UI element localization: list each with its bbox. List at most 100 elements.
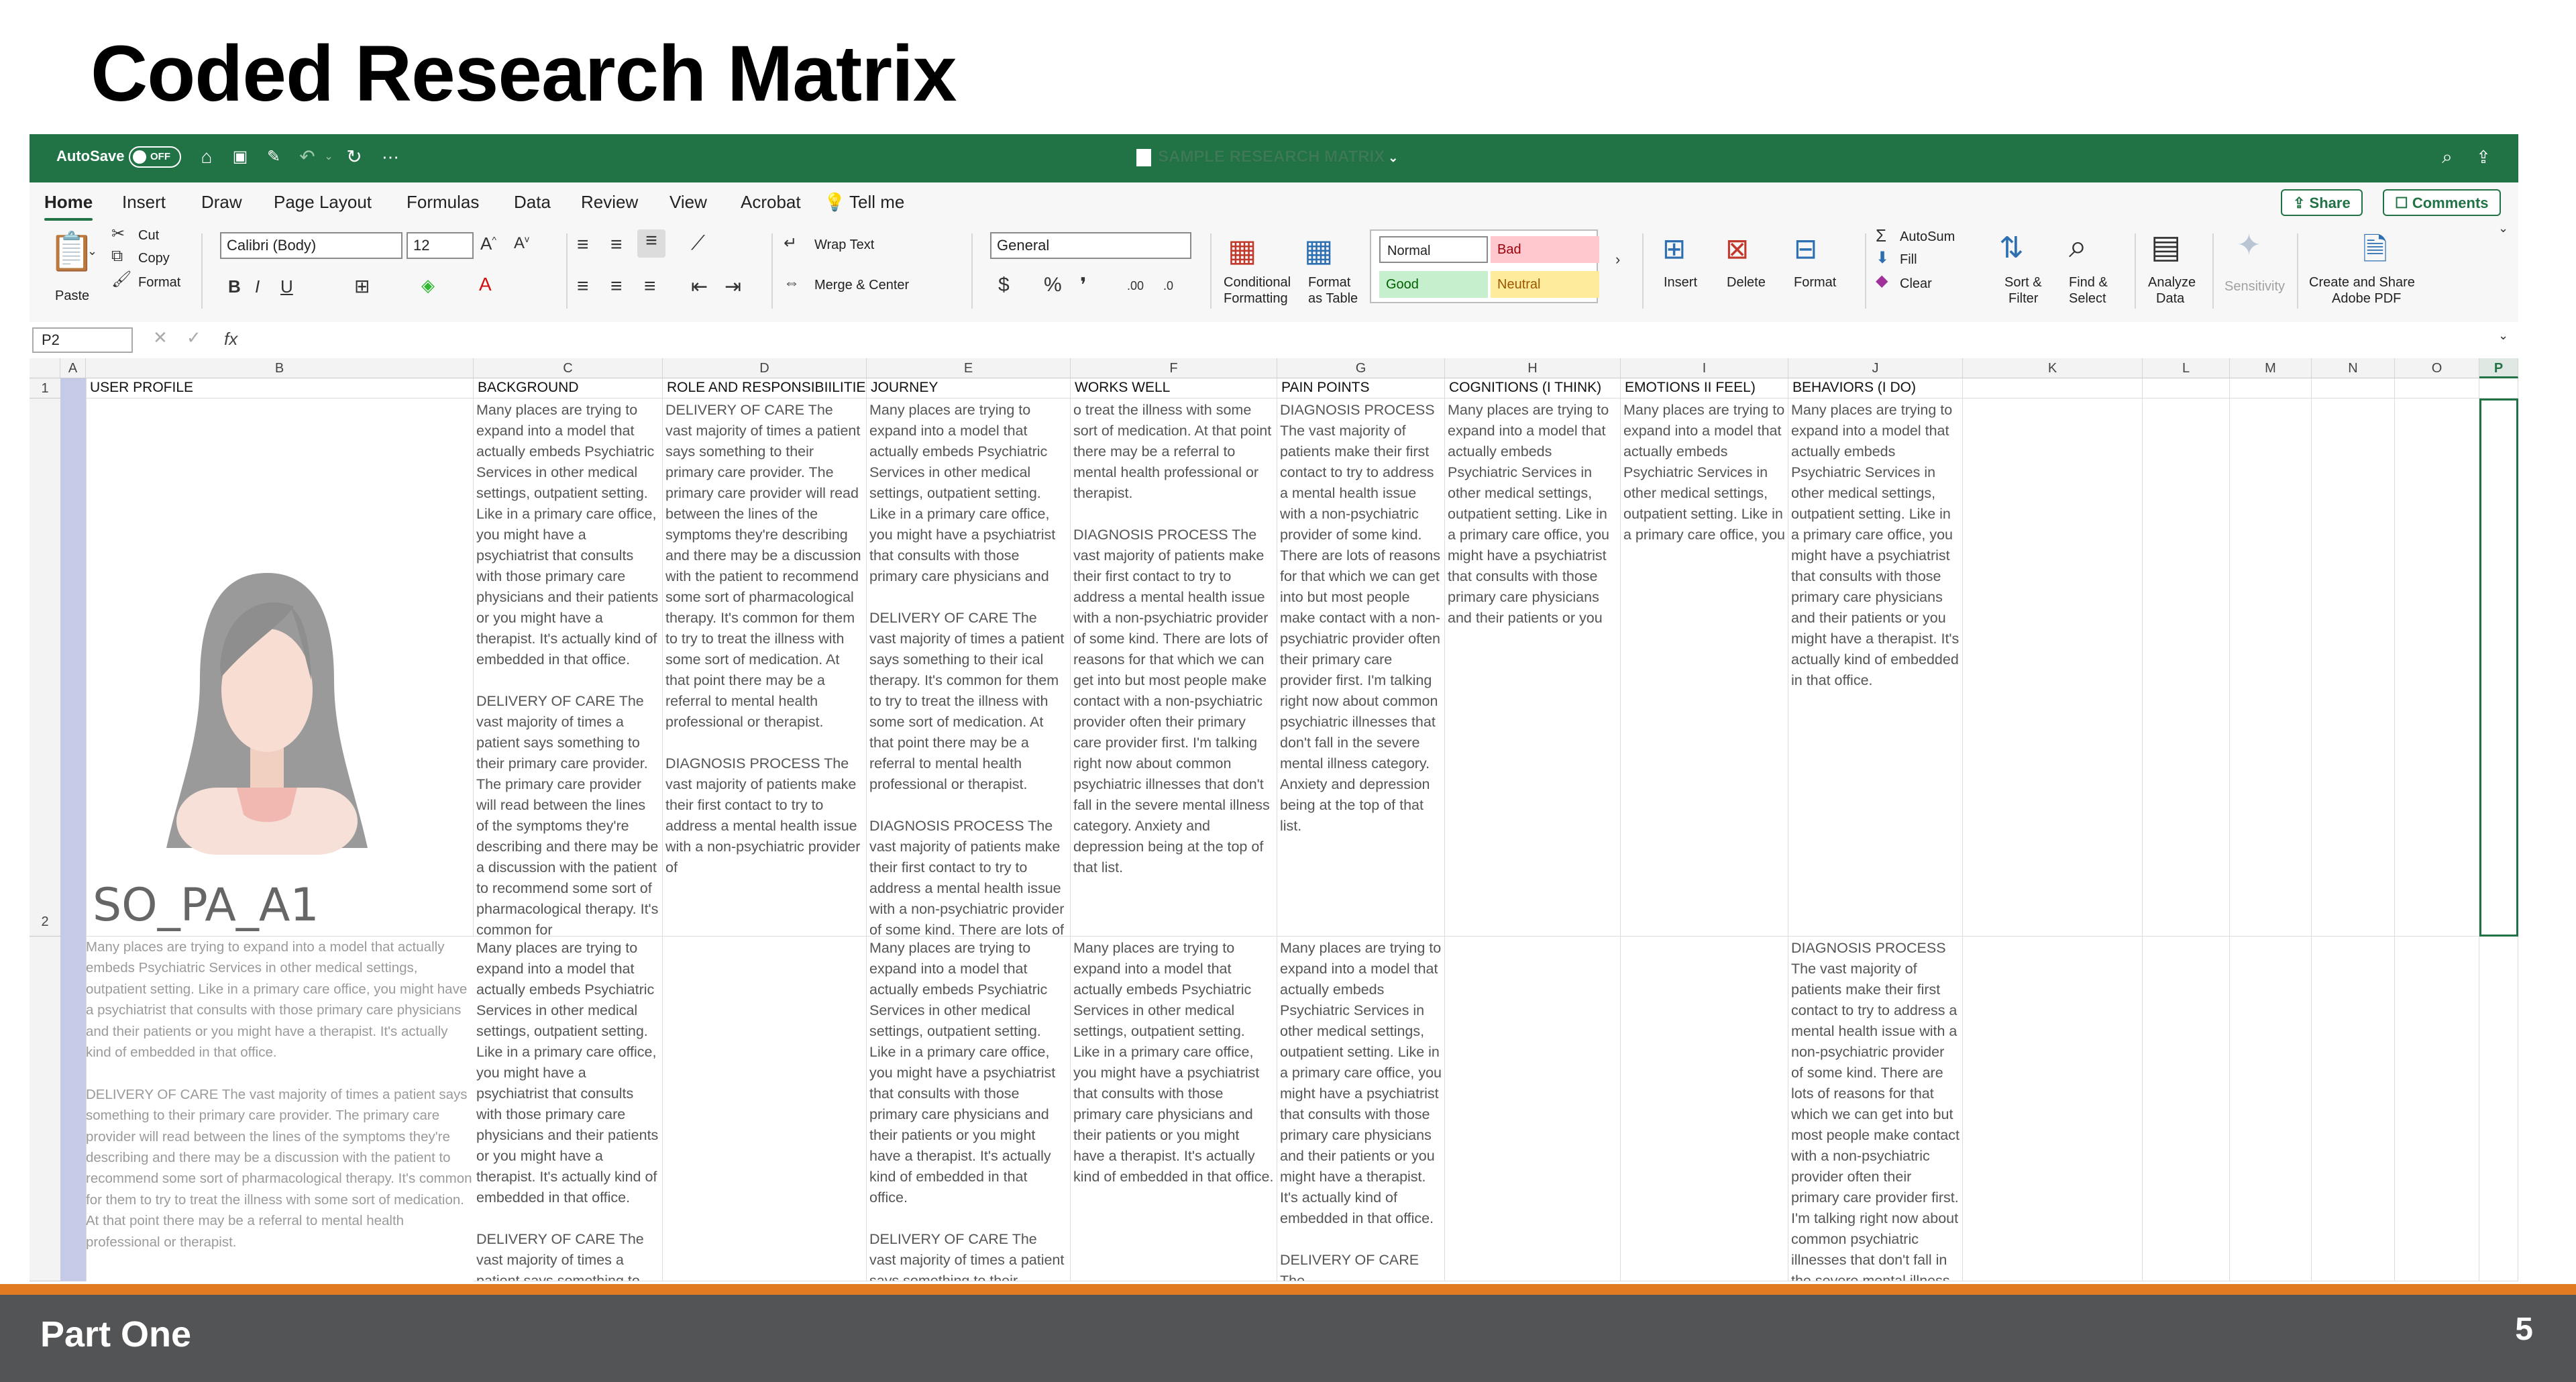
document-title[interactable]: SAMPLE RESEARCH MATRIX ⌄ [1136, 148, 1398, 166]
percent-icon[interactable]: % [1044, 274, 1062, 297]
cell-k3[interactable] [1963, 937, 2143, 1281]
eraser-icon[interactable]: ◆ [1876, 271, 1888, 290]
delete-cells-icon[interactable]: ⊠ [1725, 232, 1749, 265]
underline-icon[interactable]: U [280, 276, 293, 297]
header-works-well[interactable]: WORKS WELL [1071, 378, 1277, 398]
sort-filter-label-2[interactable]: Filter [2008, 291, 2038, 307]
font-size-select[interactable]: 12 [407, 232, 474, 259]
undo-dropdown-icon[interactable]: ⌄ [317, 145, 341, 169]
cut-icon[interactable]: ✂ [111, 224, 125, 244]
column-header-l[interactable]: L [2143, 358, 2230, 378]
find-select-label-1[interactable]: Find & [2069, 275, 2108, 290]
borders-icon[interactable]: ⊞ [354, 275, 370, 297]
column-header-j[interactable]: J [1788, 358, 1963, 378]
cell-p3[interactable] [2479, 937, 2518, 1281]
share-button[interactable]: ⇪ Share [2281, 189, 2363, 216]
autosum-button[interactable]: AutoSum [1900, 229, 1955, 245]
fill-button[interactable]: Fill [1900, 252, 1917, 268]
sort-filter-icon[interactable]: ⇅ [1999, 231, 2024, 265]
header-behaviors[interactable]: BEHAVIORS (I DO) [1788, 378, 1963, 398]
search-icon[interactable]: ⌕ [2435, 145, 2459, 169]
cell-o3[interactable] [2395, 937, 2479, 1281]
cell-b2-profile[interactable]: SO_PA_A1 [86, 398, 474, 937]
cell-n2[interactable] [2312, 398, 2395, 937]
formula-input[interactable] [264, 327, 2478, 353]
decrease-indent-icon[interactable]: ⇤ [691, 275, 708, 299]
increase-indent-icon[interactable]: ⇥ [724, 275, 741, 299]
adobe-pdf-icon[interactable]: 🗎 [2363, 227, 2387, 279]
cell-j2-behaviors[interactable]: Many places are trying to expand into a … [1788, 398, 1963, 937]
tab-draw[interactable]: Draw [201, 192, 242, 213]
bold-icon[interactable]: B [228, 276, 241, 297]
align-center-icon[interactable]: ≡ [610, 275, 623, 298]
tab-acrobat[interactable]: Acrobat [741, 192, 801, 213]
selected-cell-p2[interactable] [2479, 398, 2518, 937]
column-header-m[interactable]: M [2230, 358, 2312, 378]
gallery-expand-icon[interactable]: › [1615, 251, 1620, 268]
analyze-data-label-1[interactable]: Analyze [2148, 275, 2196, 290]
cell-n1[interactable] [2312, 378, 2395, 398]
cell-e3-journey[interactable]: Many places are trying to expand into a … [867, 937, 1071, 1281]
cell-m2[interactable] [2230, 398, 2312, 937]
select-all-corner[interactable] [30, 358, 60, 378]
cell-p1[interactable] [2479, 378, 2518, 398]
header-background[interactable]: BACKGROUND [474, 378, 663, 398]
clear-button[interactable]: Clear [1900, 276, 1932, 292]
conditional-formatting-label-1[interactable]: Conditional [1224, 275, 1291, 290]
cell-c2-background[interactable]: Many places are trying to expand into a … [474, 398, 663, 937]
sensitivity-button[interactable]: Sensitivity [2224, 279, 2285, 295]
wrap-text-icon[interactable]: ↵ [784, 233, 797, 253]
more-icon[interactable]: ⋯ [378, 145, 402, 169]
adobe-pdf-label-2[interactable]: Adobe PDF [2332, 291, 2401, 307]
format-as-table-icon[interactable]: ▦ [1304, 232, 1333, 268]
autosum-icon[interactable]: Σ [1876, 225, 1886, 246]
column-header-a[interactable]: A [60, 358, 86, 378]
name-box[interactable]: P2 [32, 327, 133, 353]
tab-data[interactable]: Data [514, 192, 551, 213]
conditional-formatting-icon[interactable]: ▦ [1228, 232, 1256, 268]
merge-center-button[interactable]: Merge & Center [814, 278, 909, 293]
copy-button[interactable]: Copy [138, 251, 170, 266]
cancel-icon[interactable]: ✕ [153, 327, 168, 348]
column-header-o[interactable]: O [2395, 358, 2479, 378]
paste-dropdown-icon[interactable]: ⌄ [87, 244, 97, 258]
analyze-data-icon[interactable]: ▤ [2151, 228, 2181, 266]
increase-font-icon[interactable]: A^ [480, 233, 496, 254]
insert-cells-icon[interactable]: ⊞ [1662, 232, 1686, 265]
style-good[interactable]: Good [1379, 271, 1488, 298]
align-left-icon[interactable]: ≡ [577, 275, 589, 298]
decrease-font-icon[interactable]: Av [514, 233, 529, 253]
style-normal[interactable]: Normal [1379, 236, 1488, 263]
column-header-p[interactable]: P [2479, 358, 2518, 378]
cell-f2-works-well[interactable]: o treat the illness with some sort of me… [1071, 398, 1277, 937]
cell-j3-behaviors[interactable]: DIAGNOSIS PROCESS The vast majority of p… [1788, 937, 1963, 1281]
header-role[interactable]: ROLE AND RESPONSIBIILITIES [663, 378, 867, 398]
style-bad[interactable]: Bad [1491, 236, 1599, 263]
function-button[interactable]: fx [224, 329, 237, 350]
home-icon[interactable]: ⌂ [195, 145, 219, 169]
cell-d3[interactable] [663, 937, 867, 1281]
style-neutral[interactable]: Neutral [1491, 271, 1599, 298]
confirm-icon[interactable]: ✓ [186, 327, 201, 348]
row-header-1[interactable]: 1 [30, 378, 60, 398]
tab-page-layout[interactable]: Page Layout [274, 192, 372, 213]
paste-label[interactable]: Paste [55, 288, 89, 304]
autosave-toggle[interactable]: OFF [129, 146, 181, 168]
cell-m3[interactable] [2230, 937, 2312, 1281]
column-header-d[interactable]: D [663, 358, 867, 378]
column-header-h[interactable]: H [1445, 358, 1621, 378]
delete-cells-button[interactable]: Delete [1727, 275, 1766, 290]
cell-i3[interactable] [1621, 937, 1788, 1281]
cell-b3-profile[interactable]: Many places are trying to expand into a … [86, 937, 474, 1281]
tab-review[interactable]: Review [581, 192, 638, 213]
column-header-i[interactable]: I [1621, 358, 1788, 378]
format-as-table-label-1[interactable]: Format [1308, 275, 1350, 290]
share-arrow-icon[interactable]: ⇪ [2471, 145, 2496, 169]
font-name-select[interactable]: Calibri (Body) [220, 232, 402, 259]
cell-i2-emotions[interactable]: Many places are trying to expand into a … [1621, 398, 1788, 937]
find-select-icon[interactable]: ⌕ [2069, 228, 2087, 266]
cell-m1[interactable] [2230, 378, 2312, 398]
align-right-icon[interactable]: ≡ [644, 275, 656, 298]
number-format-select[interactable]: General [990, 232, 1191, 259]
edit-doc-icon[interactable]: ✎ [262, 145, 286, 169]
